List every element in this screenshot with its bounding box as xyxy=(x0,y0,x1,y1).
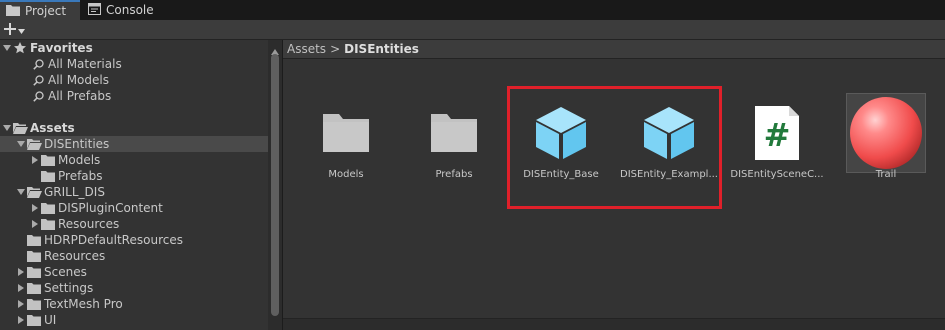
tree-item-label: UI xyxy=(44,313,57,327)
tree-item-label: TextMesh Pro xyxy=(44,297,123,311)
search-icon xyxy=(30,88,46,104)
asset-name: Trail xyxy=(875,169,897,180)
asset-item-trail[interactable]: Trail xyxy=(836,60,936,220)
tree-item-models[interactable]: Models xyxy=(0,152,268,168)
tree-item-ui[interactable]: UI xyxy=(0,312,268,328)
csharp-script-icon: # xyxy=(737,93,817,173)
open-folder-icon xyxy=(26,136,42,152)
project-tree: Favorites All Materials All Models All P… xyxy=(0,40,282,330)
folder-icon xyxy=(26,248,42,264)
tab-console[interactable]: Console xyxy=(82,0,162,20)
collapse-arrow-icon[interactable] xyxy=(30,152,40,168)
asset-item-prefabs[interactable]: Prefabs xyxy=(404,60,504,220)
tree-item-grill-resources[interactable]: Resources xyxy=(0,216,268,232)
folder-icon xyxy=(26,264,42,280)
asset-grid: Models Prefabs DISEntity_Base DISEntity_… xyxy=(283,60,945,318)
folder-icon xyxy=(26,232,42,248)
folder-icon xyxy=(6,4,20,19)
collapse-arrow-icon[interactable] xyxy=(30,200,40,216)
tree-item-textmesh-pro[interactable]: TextMesh Pro xyxy=(0,296,268,312)
collapse-arrow-icon[interactable] xyxy=(16,280,26,296)
breadcrumb-current[interactable]: DISEntities xyxy=(344,42,419,56)
folder-icon xyxy=(40,152,56,168)
folder-icon xyxy=(40,200,56,216)
asset-browser-footer xyxy=(283,318,945,330)
scroll-up-arrow-icon[interactable] xyxy=(271,44,279,55)
folder-icon xyxy=(26,312,42,328)
breadcrumb-separator: > xyxy=(330,42,341,56)
chevron-down-icon xyxy=(18,23,25,37)
expand-arrow-icon[interactable] xyxy=(16,184,26,200)
asset-browser: Assets > DISEntities Models Prefabs DISE… xyxy=(282,40,945,330)
expand-arrow-icon[interactable] xyxy=(16,136,26,152)
tab-project-label: Project xyxy=(25,4,67,18)
asset-name: DISEntitySceneC... xyxy=(730,169,824,180)
folder-icon xyxy=(306,93,386,173)
tree-item-label: All Models xyxy=(48,73,109,87)
tree-item-resources[interactable]: Resources xyxy=(0,248,268,264)
tree-favorites[interactable]: Favorites xyxy=(0,40,268,56)
open-folder-icon xyxy=(26,184,42,200)
folder-icon xyxy=(40,216,56,232)
tree-item-all-models[interactable]: All Models xyxy=(0,72,268,88)
tree-item-label: Resources xyxy=(44,249,106,263)
search-icon xyxy=(30,72,46,88)
project-toolbar xyxy=(0,20,945,40)
tree-item-label: HDRPDefaultResources xyxy=(44,233,183,247)
asset-item-models[interactable]: Models xyxy=(296,60,396,220)
folder-icon xyxy=(26,280,42,296)
breadcrumb: Assets > DISEntities xyxy=(283,40,945,59)
expand-arrow-icon[interactable] xyxy=(2,120,12,136)
folder-icon xyxy=(40,168,56,184)
tree-item-disentities[interactable]: DISEntities xyxy=(0,136,268,152)
tree-item-label: Settings xyxy=(44,281,94,295)
svg-text:#: # xyxy=(764,116,791,154)
tree-item-label: DISPluginContent xyxy=(58,201,163,215)
tree-item-all-materials[interactable]: All Materials xyxy=(0,56,268,72)
selection-highlight-box xyxy=(507,86,722,209)
open-folder-icon xyxy=(12,120,28,136)
tree-item-grill-dis[interactable]: GRILL_DIS xyxy=(0,184,268,200)
tree-assets-label: Assets xyxy=(30,121,75,135)
tree-item-prefabs[interactable]: Prefabs xyxy=(0,168,268,184)
collapse-arrow-icon[interactable] xyxy=(30,216,40,232)
breadcrumb-assets[interactable]: Assets xyxy=(287,42,326,56)
asset-name: Models xyxy=(328,169,364,180)
tree-item-label: Resources xyxy=(58,217,120,231)
tree-item-label: Prefabs xyxy=(58,169,103,183)
tree-item-label: GRILL_DIS xyxy=(44,185,105,199)
tree-item-label: All Materials xyxy=(48,57,122,71)
tree-item-label: Models xyxy=(58,153,101,167)
tree-favorites-label: Favorites xyxy=(30,41,93,55)
collapse-arrow-icon[interactable] xyxy=(16,264,26,280)
tab-bar: Project Console xyxy=(0,0,945,20)
star-icon xyxy=(12,40,28,56)
folder-icon xyxy=(26,296,42,312)
folder-icon xyxy=(414,93,494,173)
tree-item-label: Scenes xyxy=(44,265,87,279)
tree-item-label: DISEntities xyxy=(44,137,110,151)
tree-item-all-prefabs[interactable]: All Prefabs xyxy=(0,88,268,104)
asset-name: Prefabs xyxy=(435,169,473,180)
asset-item-disentityscenec[interactable]: # DISEntitySceneC... xyxy=(727,60,827,220)
create-button[interactable] xyxy=(4,21,34,39)
tab-project[interactable]: Project xyxy=(0,0,80,20)
tree-item-scenes[interactable]: Scenes xyxy=(0,264,268,280)
material-sphere-icon xyxy=(846,93,926,173)
expand-arrow-icon[interactable] xyxy=(2,40,12,56)
tree-item-label: All Prefabs xyxy=(48,89,112,103)
plus-icon xyxy=(4,22,16,38)
tree-item-settings[interactable]: Settings xyxy=(0,280,268,296)
tab-console-label: Console xyxy=(106,3,154,17)
tree-item-displugincontent[interactable]: DISPluginContent xyxy=(0,200,268,216)
collapse-arrow-icon[interactable] xyxy=(16,296,26,312)
collapse-arrow-icon[interactable] xyxy=(16,312,26,328)
tree-assets[interactable]: Assets xyxy=(0,120,268,136)
console-icon xyxy=(88,2,101,18)
tree-scrollbar-thumb[interactable] xyxy=(271,54,279,316)
tree-item-hdrpdefaultresources[interactable]: HDRPDefaultResources xyxy=(0,232,268,248)
search-icon xyxy=(30,56,46,72)
